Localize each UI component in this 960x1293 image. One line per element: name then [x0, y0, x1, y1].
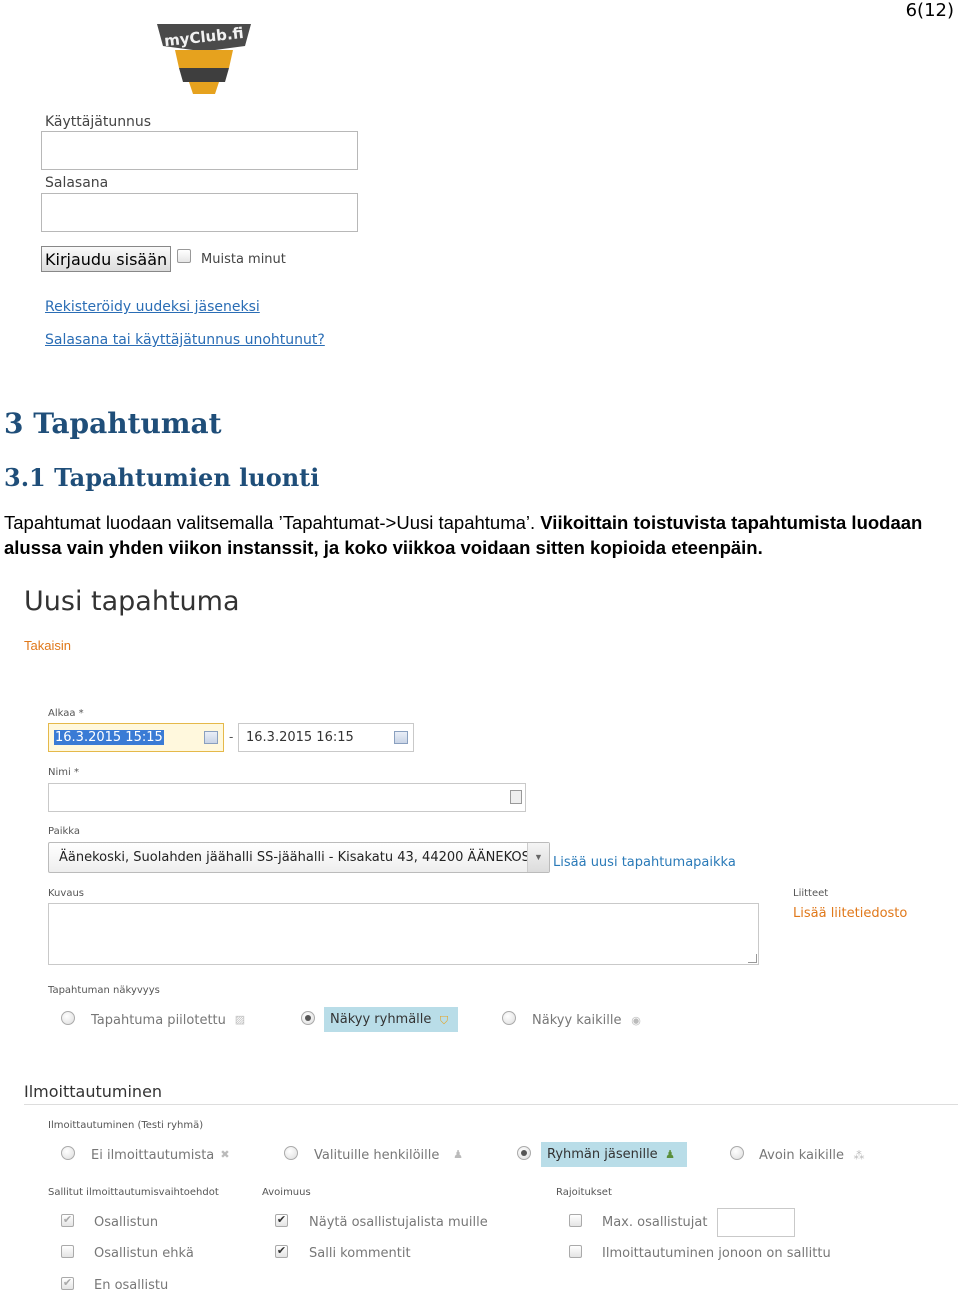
add-attachment-link[interactable]: Lisää liitetiedosto [793, 906, 907, 921]
visibility-option-everyone[interactable]: Näkyy kaikille [532, 1013, 622, 1028]
remember-checkbox[interactable] [177, 249, 191, 263]
limits-option-queue: Ilmoittautuminen jonoon on sallittu [602, 1246, 831, 1261]
allowed-label: Sallitut ilmoittautumisvaihtoehdot [48, 1187, 219, 1198]
section-divider [24, 1104, 958, 1105]
resize-handle-icon[interactable] [748, 954, 757, 963]
paikka-label: Paikka [48, 826, 81, 837]
registration-option-selected[interactable]: Valituille henkilöille [314, 1148, 439, 1163]
hidden-icon: ▨ [234, 1014, 246, 1026]
start-date-input[interactable]: 16.3.2015 15:15 [48, 723, 224, 752]
user-icon: ♟ [453, 1149, 463, 1161]
back-link[interactable]: Takaisin [24, 638, 71, 653]
checkbox-not-attend[interactable]: ✔ [61, 1277, 74, 1290]
calendar-icon[interactable] [204, 731, 218, 744]
limits-option-max: Max. osallistujat [602, 1215, 708, 1230]
place-value: Äänekoski, Suolahden jäähalli SS-jäähall… [59, 850, 543, 865]
heading-1: 3 Tapahtumat [4, 407, 222, 440]
description-textarea[interactable] [48, 903, 759, 965]
date-separator: - [229, 729, 234, 744]
eye-icon: ◉ [631, 1015, 641, 1027]
remember-label: Muista minut [201, 252, 286, 267]
field-icon [510, 790, 522, 804]
forgot-link[interactable]: Salasana tai käyttäjätunnus unohtunut? [45, 332, 325, 348]
radio-group[interactable] [301, 1011, 315, 1025]
page-number: 6(12) [905, 0, 954, 21]
allowed-option-maybe: Osallistun ehkä [94, 1246, 194, 1261]
name-input[interactable] [48, 783, 526, 812]
paragraph: Tapahtumat luodaan valitsemalla ’Tapahtu… [4, 510, 959, 560]
myclub-logo: myClub.fi [157, 24, 251, 94]
registration-heading: Ilmoittautuminen [24, 1082, 163, 1101]
allowed-option-attend: Osallistun [94, 1215, 159, 1230]
paragraph-normal: Tapahtumat luodaan valitsemalla ’Tapahtu… [4, 512, 541, 533]
password-input[interactable] [41, 193, 358, 232]
form-title: Uusi tapahtuma [24, 586, 240, 617]
registration-option-group-label: Ryhmän jäsenille [547, 1147, 658, 1162]
users-icon: ♟ [665, 1149, 675, 1161]
end-date-value: 16.3.2015 16:15 [246, 730, 354, 745]
registration-option-open[interactable]: Avoin kaikille [759, 1148, 844, 1163]
checkbox-max-participants[interactable] [569, 1214, 582, 1227]
checkbox-attend[interactable]: ✔ [61, 1214, 74, 1227]
radio-selected-persons[interactable] [284, 1146, 298, 1160]
password-label: Salasana [45, 175, 109, 191]
login-button[interactable]: Kirjaudu sisään [41, 246, 171, 272]
username-input[interactable] [41, 131, 358, 170]
close-icon: ✖ [220, 1149, 230, 1161]
end-date-input[interactable]: 16.3.2015 16:15 [238, 723, 414, 752]
limits-label: Rajoitukset [556, 1187, 612, 1198]
register-link[interactable]: Rekisteröidy uudeksi jäseneksi [45, 299, 260, 315]
openness-label: Avoimuus [262, 1187, 311, 1198]
radio-open-all[interactable] [730, 1146, 744, 1160]
username-label: Käyttäjätunnus [45, 114, 152, 130]
radio-hidden[interactable] [61, 1011, 75, 1025]
radio-no-registration[interactable] [61, 1146, 75, 1160]
visibility-option-hidden[interactable]: Tapahtuma piilotettu [91, 1013, 226, 1028]
alkaa-label: Alkaa * [48, 708, 84, 719]
group-icon: ⁂ [853, 1150, 865, 1162]
place-select[interactable]: Äänekoski, Suolahden jäähalli SS-jäähall… [48, 842, 550, 873]
visibility-option-group-label: Näkyy ryhmälle [330, 1012, 432, 1027]
checkbox-comments[interactable]: ✔ [275, 1245, 288, 1258]
checkbox-queue[interactable] [569, 1245, 582, 1258]
openness-option-list: Näytä osallistujalista muille [309, 1215, 488, 1230]
allowed-option-not-attend: En osallistu [94, 1278, 169, 1293]
radio-everyone[interactable] [502, 1011, 516, 1025]
visibility-label: Tapahtuman näkyvyys [48, 985, 160, 996]
shield-icon: ⛉ [439, 1015, 449, 1027]
heading-2: 3.1 Tapahtumien luonti [4, 463, 320, 492]
start-date-value: 16.3.2015 15:15 [54, 730, 164, 745]
nimi-label: Nimi * [48, 767, 79, 778]
radio-group-members[interactable] [517, 1146, 531, 1160]
kuvaus-label: Kuvaus [48, 888, 84, 899]
max-participants-input[interactable] [717, 1208, 795, 1237]
chevron-down-icon[interactable]: ▼ [527, 843, 549, 872]
registration-option-none[interactable]: Ei ilmoittautumista [91, 1148, 214, 1163]
checkbox-maybe[interactable] [61, 1245, 74, 1258]
registration-label: Ilmoittautuminen (Testi ryhmä) [48, 1120, 204, 1131]
liitteet-label: Liitteet [793, 888, 829, 899]
calendar-icon[interactable] [394, 731, 408, 744]
checkbox-show-list[interactable]: ✔ [275, 1214, 288, 1227]
add-place-link[interactable]: Lisää uusi tapahtumapaikka [553, 855, 736, 870]
openness-option-comments: Salli kommentit [309, 1246, 411, 1261]
